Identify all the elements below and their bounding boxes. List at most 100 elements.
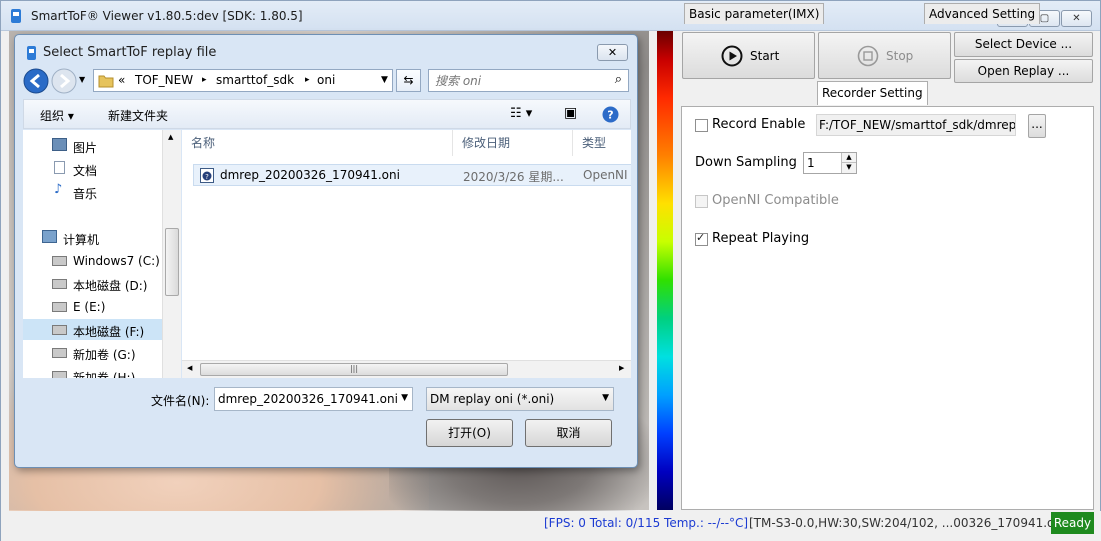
filename-input[interactable]: dmrep_20200326_170941.oni ▼ (214, 387, 413, 411)
status-bar: [FPS: 0 Total: 0/115 Temp.: --/--°C] [TM… (1, 511, 1101, 541)
tab-basic-parameter[interactable]: Basic parameter(IMX) (684, 3, 825, 24)
nav-item-pictures[interactable]: 图片 (23, 135, 173, 156)
filename-value: dmrep_20200326_170941.oni (218, 392, 398, 406)
file-list: 名称 ˄ 修改日期 类型 ? dmrep_20200326_170941.oni… (182, 130, 631, 378)
file-date: 2020/3/26 星期... (463, 170, 564, 184)
documents-icon (54, 161, 65, 174)
stop-label: Stop (886, 49, 914, 63)
breadcrumb-tof-new[interactable]: TOF_NEW (135, 73, 193, 87)
file-name: dmrep_20200326_170941.oni (220, 168, 400, 182)
close-button[interactable]: ✕ (1061, 10, 1092, 27)
breadcrumb-separator-icon: ▸ (202, 75, 207, 85)
down-sampling-stepper[interactable]: 1 ▲ ▼ (803, 152, 857, 174)
refresh-button[interactable]: ⇆ (396, 69, 421, 92)
scroll-left-icon[interactable]: ◀ (187, 364, 192, 372)
file-dialog: Select SmartToF replay file ✕ ▼ « TOF_NE… (14, 34, 638, 468)
record-path-field[interactable]: F:/TOF_NEW/smarttof_sdk/dmrep (816, 114, 1016, 136)
main-window: SmartToF® Viewer v1.80.5:dev [SDK: 1.80.… (0, 0, 1101, 541)
column-header-type[interactable]: 类型 (573, 130, 631, 156)
cancel-button[interactable]: 取消 (525, 419, 612, 447)
refresh-icon: ⇆ (403, 73, 414, 87)
drive-icon (52, 348, 67, 358)
view-options-icon[interactable]: ☷ ▾ (510, 106, 532, 121)
nav-item-drive-h[interactable]: 新加卷 (H:) (23, 365, 173, 378)
oni-file-icon: ? (200, 168, 214, 183)
close-icon: ✕ (1072, 13, 1081, 24)
nav-item-documents[interactable]: 文档 (23, 158, 173, 179)
breadcrumb-separator-icon: ▸ (305, 75, 310, 85)
nav-item-drive-d[interactable]: 本地磁盘 (D:) (23, 273, 173, 294)
open-button[interactable]: 打开(O) (426, 419, 513, 447)
address-bar[interactable]: « TOF_NEW ▸ smarttof_sdk ▸ oni ▼ (93, 69, 393, 92)
chevron-down-icon[interactable]: ▼ (381, 75, 388, 85)
help-icon[interactable]: ? (602, 106, 619, 123)
drive-icon (52, 302, 67, 312)
breadcrumb-oni[interactable]: oni (317, 73, 335, 87)
drive-icon (52, 371, 67, 378)
chevron-down-icon[interactable]: ▼ (401, 393, 408, 403)
drive-icon (52, 256, 67, 266)
search-box[interactable]: ⌕ (428, 69, 629, 92)
nav-item-drive-f[interactable]: 本地磁盘 (F:) (23, 319, 173, 340)
nav-item-music[interactable]: ♪ 音乐 (23, 181, 173, 202)
folder-icon (98, 75, 114, 88)
record-enable-checkbox[interactable] (695, 119, 708, 132)
column-header-date[interactable]: 修改日期 (453, 130, 573, 156)
tab-recorder-setting[interactable]: Recorder Setting (817, 81, 928, 105)
forward-arrow-icon[interactable] (51, 68, 77, 94)
filename-label: 文件名(N): (151, 394, 210, 408)
scroll-thumb[interactable]: ||| (200, 363, 508, 376)
preview-pane-icon[interactable]: ▣ (564, 105, 577, 121)
open-replay-button[interactable]: Open Replay ... (954, 59, 1093, 83)
filetype-value: DM replay oni (*.oni) (430, 392, 555, 406)
file-type: OpenNI (583, 168, 628, 182)
scroll-up-icon[interactable]: ▲ (168, 133, 173, 141)
app-icon (11, 9, 21, 23)
music-icon: ♪ (54, 182, 63, 197)
tab-advanced-setting[interactable]: Advanced Setting (924, 3, 1041, 24)
svg-text:?: ? (205, 173, 209, 181)
organize-menu[interactable]: 组织 ▾ (40, 107, 74, 124)
nav-scrollbar[interactable]: ▲ (162, 130, 181, 378)
nav-item-drive-c[interactable]: Windows7 (C:) (23, 250, 173, 271)
search-icon: ⌕ (614, 72, 622, 87)
history-dropdown-icon[interactable]: ▼ (79, 75, 85, 84)
file-row[interactable]: ? dmrep_20200326_170941.oni 2020/3/26 星期… (193, 164, 631, 186)
breadcrumb-overflow[interactable]: « (118, 73, 125, 87)
dialog-close-button[interactable]: ✕ (597, 44, 628, 61)
svg-text:?: ? (607, 109, 613, 122)
stepper-up-icon[interactable]: ▲ (841, 153, 856, 163)
openni-compatible-checkbox[interactable] (695, 195, 708, 208)
repeat-playing-label: Repeat Playing (712, 231, 810, 246)
chevron-down-icon[interactable]: ▼ (602, 393, 609, 403)
new-folder-button[interactable]: 新建文件夹 (108, 107, 168, 124)
browse-path-button[interactable]: ... (1028, 114, 1046, 138)
select-device-button[interactable]: Select Device ... (954, 32, 1093, 57)
status-ready-badge: Ready (1051, 512, 1094, 534)
pictures-icon (52, 138, 67, 151)
drive-icon (52, 325, 67, 335)
recorder-setting-panel: Record Enable F:/TOF_NEW/smarttof_sdk/dm… (681, 106, 1094, 510)
breadcrumb-smarttof-sdk[interactable]: smarttof_sdk (216, 73, 294, 87)
drive-icon (52, 279, 67, 289)
status-device-info: [TM-S3-0.0,HW:30,SW:204/102, ...00326_17… (749, 516, 1070, 530)
stepper-down-icon[interactable]: ▼ (841, 163, 856, 173)
back-arrow-icon[interactable] (23, 68, 49, 94)
scroll-right-icon[interactable]: ▶ (619, 364, 624, 372)
search-input[interactable] (435, 72, 605, 89)
play-icon (721, 45, 743, 67)
nav-item-drive-g[interactable]: 新加卷 (G:) (23, 342, 173, 363)
stop-button[interactable]: Stop (818, 32, 951, 79)
dialog-title: Select SmartToF replay file (43, 45, 217, 60)
repeat-playing-checkbox[interactable] (695, 231, 708, 246)
file-list-scrollbar[interactable]: ◀ ||| ▶ (182, 360, 631, 378)
scroll-thumb[interactable] (165, 228, 179, 296)
stop-icon (857, 45, 879, 67)
nav-item-drive-e[interactable]: E (E:) (23, 296, 173, 317)
down-sampling-label: Down Sampling (695, 155, 797, 170)
filetype-select[interactable]: DM replay oni (*.oni) ▼ (426, 387, 614, 411)
window-title: SmartToF® Viewer v1.80.5:dev [SDK: 1.80.… (31, 9, 303, 23)
start-button[interactable]: Start (682, 32, 815, 79)
sort-arrow-icon: ˄ (318, 130, 322, 136)
nav-item-computer[interactable]: 计算机 (23, 227, 173, 248)
